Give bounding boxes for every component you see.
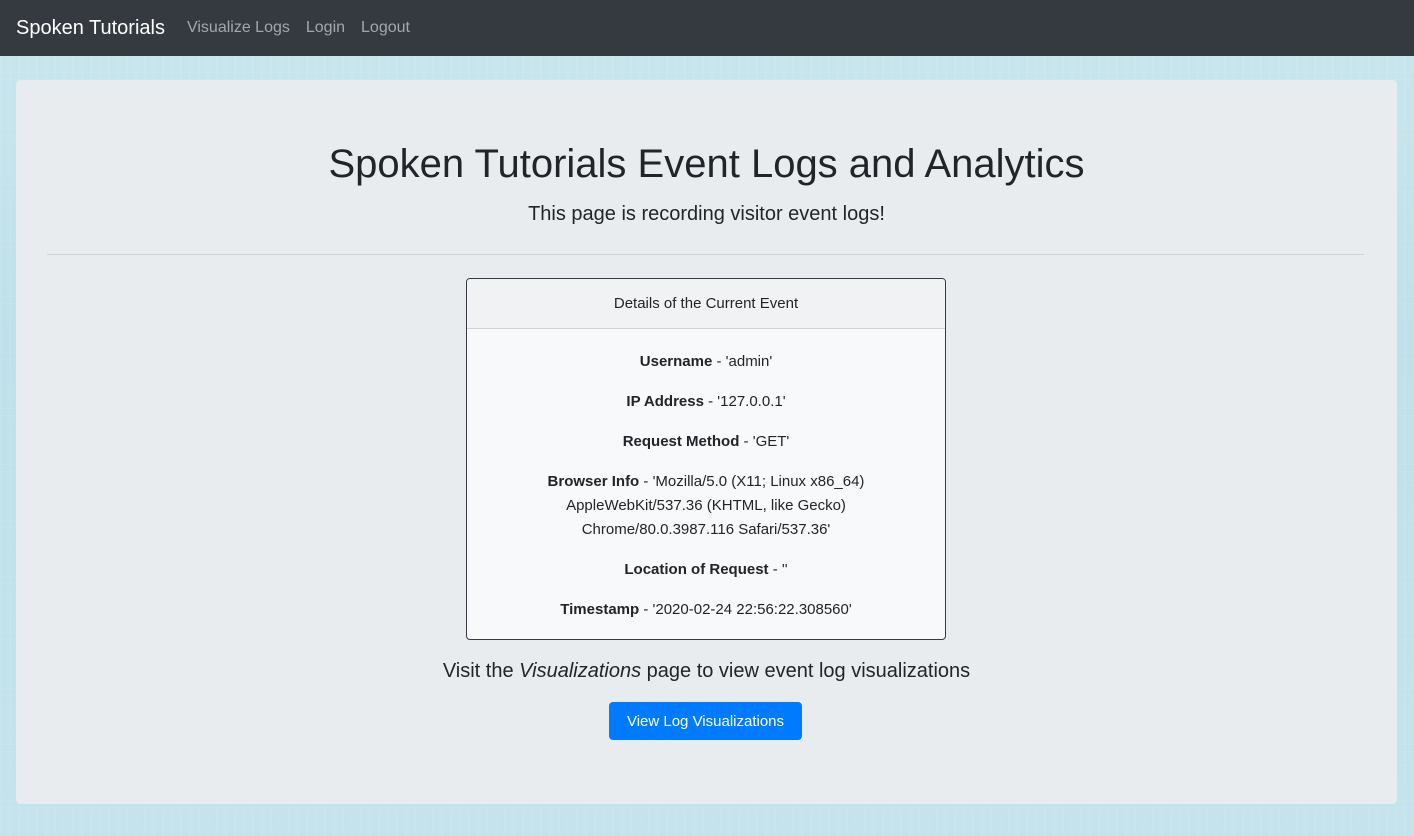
- nav-link-visualize-logs[interactable]: Visualize Logs: [187, 19, 290, 37]
- field-timestamp: Timestamp - '2020-02-24 22:56:22.308560': [467, 598, 945, 622]
- field-value: - '2020-02-24 22:56:22.308560': [639, 601, 852, 618]
- nav-link-login[interactable]: Login: [306, 19, 345, 37]
- nav-link-logout[interactable]: Logout: [361, 19, 410, 37]
- jumbotron: Spoken Tutorials Event Logs and Analytic…: [16, 80, 1397, 804]
- card-header: Details of the Current Event: [467, 279, 945, 329]
- field-browser-info: Browser Info - 'Mozilla/5.0 (X11; Linux …: [467, 470, 945, 542]
- field-label: IP Address: [626, 393, 704, 410]
- field-location: Location of Request - '': [467, 558, 945, 582]
- field-label: Timestamp: [560, 601, 640, 618]
- divider: [47, 254, 1364, 255]
- field-username: Username - 'admin': [467, 350, 945, 374]
- field-value: - '127.0.0.1': [703, 393, 786, 410]
- field-label: Location of Request: [624, 561, 769, 578]
- navbar: Spoken Tutorials Visualize Logs Login Lo…: [0, 0, 1414, 56]
- field-label: Username: [639, 353, 713, 370]
- field-label: Request Method: [622, 433, 740, 450]
- field-request-method: Request Method - 'GET': [467, 430, 945, 454]
- brand-link[interactable]: Spoken Tutorials: [16, 17, 165, 40]
- visit-text: Visit the Visualizations page to view ev…: [16, 660, 1397, 683]
- field-ip-address: IP Address - '127.0.0.1': [467, 390, 945, 414]
- visit-emphasis: Visualizations: [519, 660, 642, 682]
- field-value: - '': [768, 561, 788, 578]
- visit-suffix: page to view event log visualizations: [641, 660, 971, 682]
- field-value: - 'admin': [712, 353, 773, 370]
- visit-prefix: Visit the: [442, 660, 520, 682]
- card-body: Username - 'admin' IP Address - '127.0.0…: [467, 329, 945, 622]
- page-title: Spoken Tutorials Event Logs and Analytic…: [328, 142, 1085, 186]
- event-details-card: Details of the Current Event Username - …: [466, 278, 946, 640]
- field-value: - 'GET': [739, 433, 790, 450]
- page-subtitle: This page is recording visitor event log…: [528, 203, 885, 225]
- view-log-visualizations-button[interactable]: View Log Visualizations: [609, 702, 802, 740]
- field-label: Browser Info: [547, 473, 640, 490]
